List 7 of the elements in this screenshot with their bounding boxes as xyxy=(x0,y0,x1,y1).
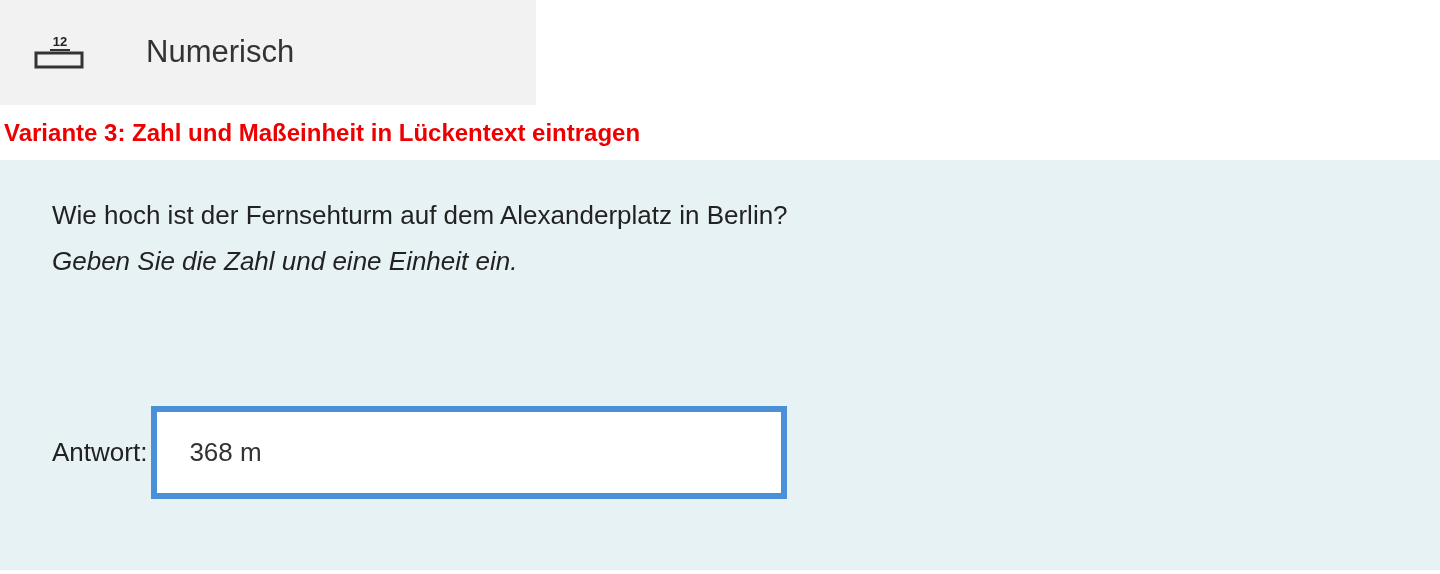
question-text: Wie hoch ist der Fernsehturm auf dem Alexanderplatz in Berlin? xyxy=(52,199,789,232)
answer-label: Antwort: xyxy=(52,436,148,469)
option-card[interactable]: 12 Numerisch xyxy=(0,0,536,105)
hint-text: Geben Sie die Zahl und eine Einheit ein. xyxy=(52,245,519,278)
heading: Variante 3: Zahl und Maßeinheit in Lückentext eintragen xyxy=(3,117,642,148)
option-label: Numerisch xyxy=(146,33,295,72)
answer-field[interactable]: 368 m xyxy=(151,406,788,499)
